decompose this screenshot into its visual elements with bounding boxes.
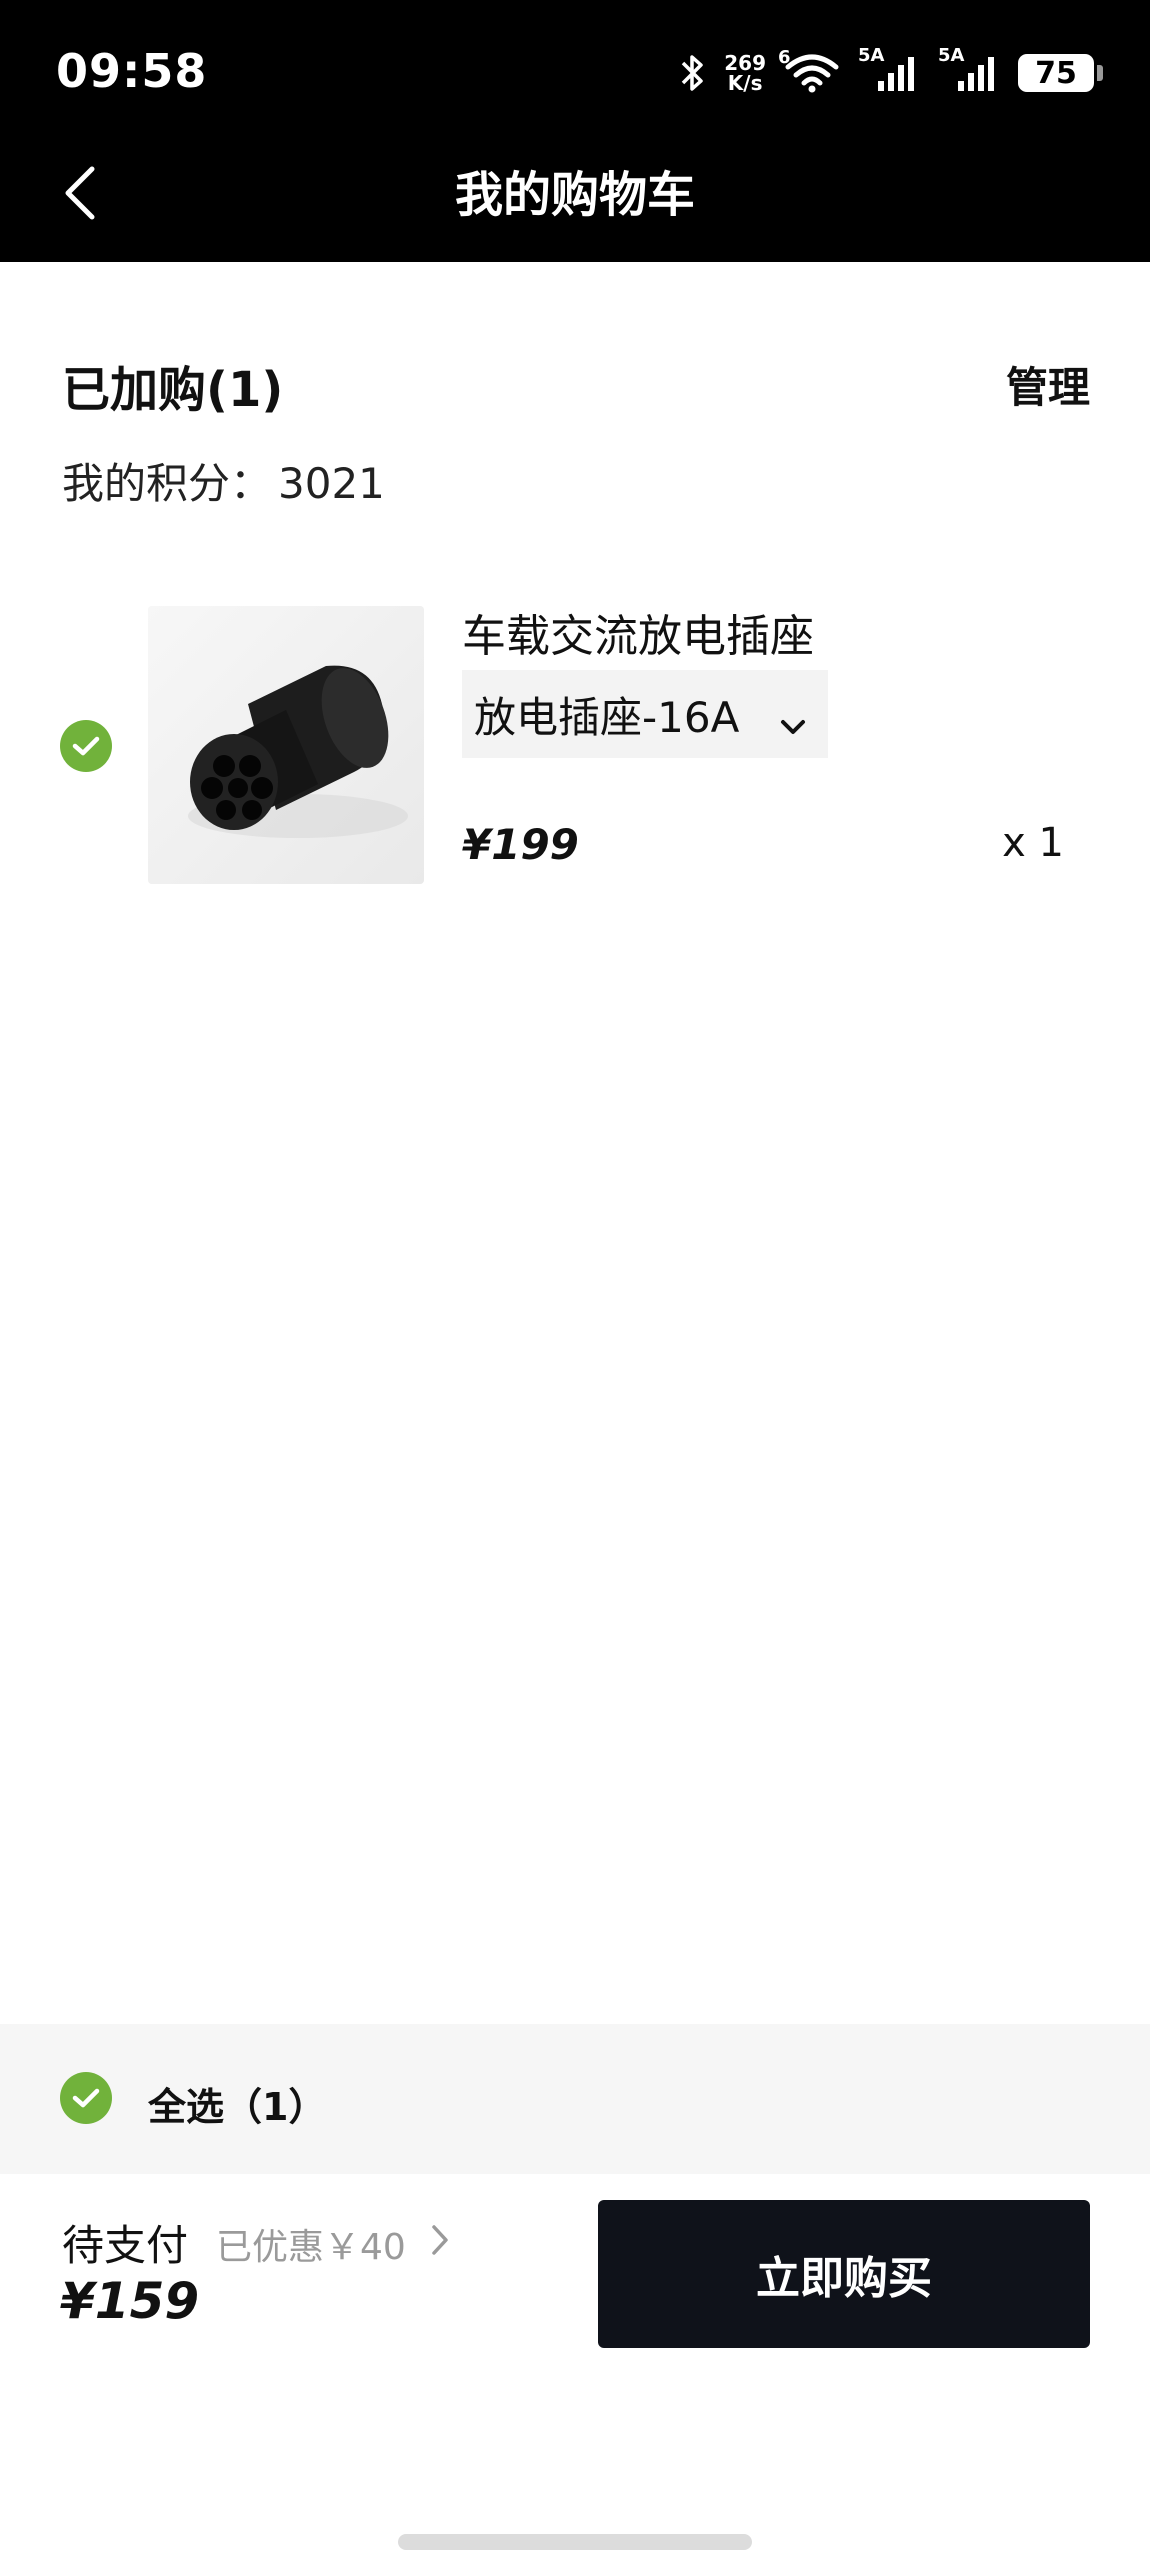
variant-selector[interactable]: 放电插座-16A [462, 670, 828, 758]
buy-now-button[interactable]: 立即购买 [598, 2200, 1090, 2348]
discount-link[interactable]: 已优惠￥40 [216, 2218, 450, 2270]
variant-label: 放电插座-16A [474, 692, 740, 742]
status-time: 09:58 [56, 44, 208, 98]
network-speed-value: 269 [724, 51, 766, 75]
item-checkbox[interactable] [60, 720, 112, 772]
chevron-down-icon [778, 698, 808, 747]
select-all-bar: 全选（1） [0, 2024, 1150, 2174]
check-icon [72, 736, 100, 756]
check-icon [72, 2088, 100, 2108]
signal-label-1: 5A [858, 45, 885, 66]
cellular-signal-icon-2: 5A [938, 45, 1000, 93]
wifi-icon: 6 [778, 47, 840, 93]
item-quantity: x 1 [1002, 820, 1064, 866]
select-all-checkbox[interactable] [60, 2072, 112, 2124]
chevron-right-icon [430, 2223, 450, 2266]
network-speed-unit: K/s [727, 71, 763, 95]
product-image[interactable] [148, 606, 424, 884]
signal-label-2: 5A [938, 45, 965, 66]
product-name[interactable]: 车载交流放电插座 [462, 600, 814, 664]
top-bar: 09:58 269 K/s 6 5A 5A 75 我的购物车 [0, 0, 1150, 262]
item-price: ¥199 [462, 820, 579, 869]
page-title: 我的购物车 [454, 167, 695, 223]
wifi-badge: 6 [778, 47, 791, 68]
home-indicator[interactable] [398, 2534, 752, 2550]
total-amount: ¥159 [60, 2272, 200, 2330]
pay-label: 待支付 [62, 2221, 189, 2270]
points-row: 我的积分： 3021 [62, 450, 385, 511]
network-speed: 269 K/s [724, 53, 766, 93]
select-all-label[interactable]: 全选（1） [148, 2076, 326, 2131]
points-label: 我的积分： [62, 459, 273, 508]
manage-button[interactable]: 管理 [1006, 354, 1090, 415]
points-value: 3021 [278, 459, 385, 508]
cart-count-heading: 已加购(1) [62, 362, 284, 418]
battery-icon: 75 [1018, 54, 1103, 92]
bluetooth-icon [680, 53, 706, 93]
cellular-signal-icon: 5A [858, 45, 920, 93]
status-icons: 269 K/s 6 5A 5A 75 [680, 45, 1103, 98]
discount-label: 已优惠￥40 [216, 2227, 406, 2268]
